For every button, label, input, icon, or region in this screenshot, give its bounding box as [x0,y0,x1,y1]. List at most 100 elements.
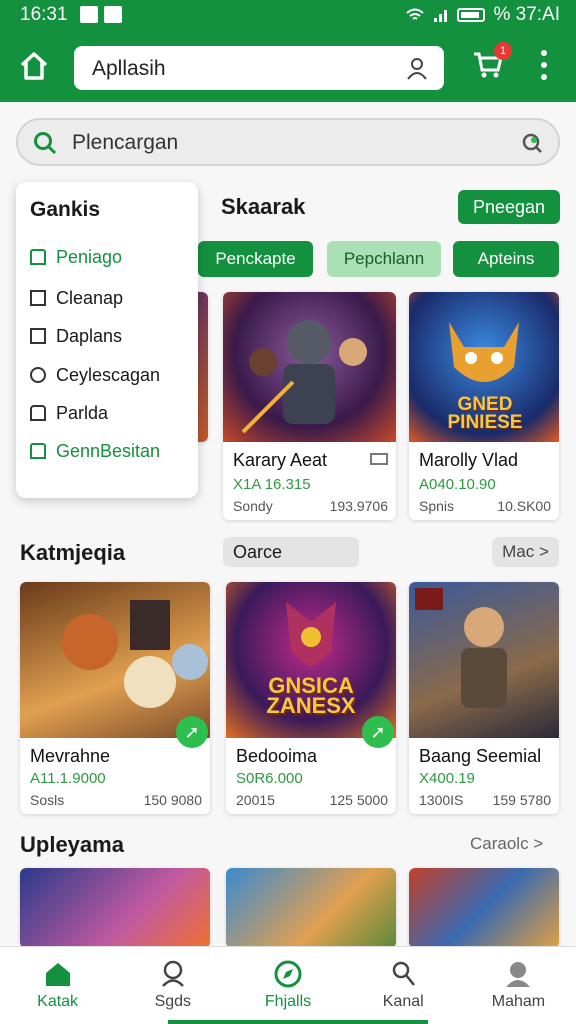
product-price: X400.19 [419,770,475,787]
filter-option-label: GennBesitan [56,440,161,461]
nav-item-channel[interactable]: Kanal [346,947,461,1024]
product-meta-left: 20015 [236,792,275,808]
add-to-cart-icon[interactable]: ➚ [176,716,208,748]
filter-option-label: Daplans [56,325,123,346]
filter-option-label: Parlda [56,402,109,423]
main-search-input[interactable]: Plencargan [16,118,560,166]
home-icon[interactable] [16,48,52,84]
product-price: X1A 16.315 [233,476,311,493]
nav-label: Fhjalls [264,993,312,1010]
nav-item-profile[interactable]: Maham [461,947,576,1024]
cart-button[interactable]: 1 [470,42,512,82]
section-title: Katmjeqia [20,540,126,565]
filter-option[interactable]: Cleanap [30,285,123,311]
wifi-icon [406,8,425,20]
filter-option[interactable]: Peniago [30,244,122,270]
product-price: A11.1.9000 [30,770,106,787]
product-card[interactable]: GNED PINIESE Marolly Vlad A040.10.90 Spn… [409,292,559,520]
nav-item-home[interactable]: Katak [0,947,115,1024]
product-meta-left: Sondy [233,498,273,514]
product-image: GNED PINIESE [409,292,559,442]
nav-label: Maham [491,993,546,1010]
product-meta-right: 150 9080 [143,792,202,808]
nav-label: Katak [37,993,79,1010]
product-meta-right: 10.SK00 [497,498,551,514]
status-bar: 16:31 % 37:AI [0,0,576,30]
product-meta-right: 193.9706 [329,498,388,514]
nav-label: Kanal [382,993,424,1010]
product-card[interactable]: Karary Aeat X1A 16.315 Sondy 193.9706 [223,292,396,520]
app-search-input[interactable]: Apllasih [74,46,444,90]
product-image [223,292,396,442]
battery-icon [457,8,486,22]
section-title: Upleyama [20,832,124,857]
product-meta: Sondy 193.9706 [233,498,388,514]
nav-item-explore[interactable]: Fhjalls [230,947,345,1024]
filter-panel-title: Gankis [30,198,101,221]
product-image [20,582,210,738]
product-meta: Sosls 150 9080 [30,792,202,808]
product-card[interactable] [226,868,396,948]
home-icon [45,963,70,986]
filter-option-label: Cleanap [56,287,124,308]
share-icon[interactable] [370,452,388,466]
app-search-text: Apllasih [92,57,166,80]
section-title: Skaarak [221,194,306,219]
product-card[interactable] [20,868,210,948]
notification-icon [104,6,122,23]
status-right: % 37:AI [405,4,560,26]
more-button[interactable]: Mac > [492,537,559,567]
category-chip[interactable]: Pepchlann [327,241,441,277]
more-options-icon[interactable] [534,50,554,80]
product-name: Baang Seemial [419,746,542,766]
controller-icon [161,960,184,987]
filter-option-label: Peniago [56,246,123,267]
product-meta-left: 1300IS [419,792,464,808]
add-to-cart-icon[interactable]: ➚ [362,716,394,748]
product-price: S0R6.000 [236,770,303,787]
product-image [409,582,559,738]
product-name: Marolly Vlad [419,450,519,470]
product-card[interactable]: Baang Seemial X400.19 1300IS 159 5780 [409,582,559,814]
user-icon [407,58,427,80]
signal-icon [434,10,448,22]
product-price: A040.10.90 [419,476,496,493]
category-chip[interactable]: Apteins [453,241,559,277]
see-more-link[interactable]: Caraolc > [470,834,543,854]
product-meta-right: 159 5780 [492,792,551,808]
profile-icon [506,962,531,987]
game-character-art [415,588,507,708]
status-right-text: % 37:AI [493,4,560,25]
filter-option[interactable]: GennBesitan [30,438,160,464]
game-character-art [62,600,208,708]
filter-option-label: Ceylescagan [56,364,161,385]
product-card[interactable]: GNSICA ZANESX ➚ Bedooima S0R6.000 20015 1… [226,582,396,814]
product-image: GNSICA ZANESX [226,582,396,738]
nav-label: Sgds [154,993,192,1010]
category-chip[interactable]: Penckapte [198,241,313,277]
game-art-title: GNED PINIESE [447,394,523,433]
product-meta: Spnis 10.SK00 [419,498,551,514]
filter-option[interactable]: Ceylescagan [30,362,160,388]
sort-dropdown[interactable]: Oarce [223,537,359,567]
product-name: Karary Aeat [233,450,328,470]
nav-indicator [168,1020,428,1024]
status-time: 16:31 [20,4,68,25]
filter-option[interactable]: Parlda [30,400,108,426]
product-card[interactable] [409,868,559,948]
main-search-text: Plencargan [72,131,179,154]
notification-icon [80,6,98,23]
bottom-navigation: Katak Sgds Fhjalls Kanal Maham [0,946,576,1024]
product-meta-left: Sosls [30,792,65,808]
filter-option[interactable]: Daplans [30,323,122,349]
section-action-button[interactable]: Pneegan [458,190,560,224]
checkbox-icon [30,443,46,459]
game-art-title: GNSICA ZANESX [266,673,356,718]
product-meta-left: Spnis [419,498,455,514]
search-icon [34,132,57,155]
nav-item-games[interactable]: Sgds [115,947,230,1024]
filter-panel: Gankis Peniago Cleanap Daplans Ceylescag… [16,182,198,498]
voice-search-icon[interactable] [520,131,544,155]
product-card[interactable]: ➚ Mevrahne A11.1.9000 Sosls 150 9080 [20,582,210,814]
product-name: Mevrahne [30,746,111,766]
